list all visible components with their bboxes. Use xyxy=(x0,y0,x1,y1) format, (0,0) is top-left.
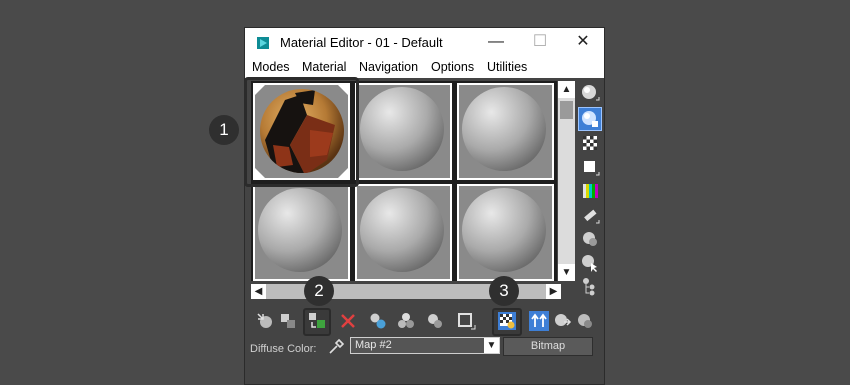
sample-slot-2[interactable] xyxy=(355,83,452,180)
menu-bar: Modes Material Navigation Options Utilit… xyxy=(245,57,604,78)
gray-sphere-preview xyxy=(255,186,348,279)
menu-utilities[interactable]: Utilities xyxy=(487,60,527,74)
material-id-channel-icon[interactable] xyxy=(424,310,446,332)
go-to-parent-icon[interactable] xyxy=(528,310,550,332)
background-icon[interactable] xyxy=(580,133,600,153)
map-name-dropdown[interactable]: Map #2 ▼ xyxy=(350,337,500,354)
annotation-badge-1: 1 xyxy=(209,115,239,145)
annotation-badge-2: 2 xyxy=(304,276,334,306)
scroll-up-arrow-icon[interactable]: ▲ xyxy=(558,81,575,98)
put-to-library-icon[interactable] xyxy=(395,310,417,332)
scroll-right-arrow-icon[interactable]: ▶ xyxy=(546,284,561,299)
material-map-navigator-icon[interactable] xyxy=(580,277,600,297)
make-unique-icon[interactable] xyxy=(367,310,389,332)
gray-sphere-preview xyxy=(459,186,552,279)
select-by-material-icon[interactable] xyxy=(580,253,600,273)
menu-material[interactable]: Material xyxy=(302,60,346,74)
show-end-result-icon[interactable] xyxy=(496,310,518,332)
put-material-icon[interactable] xyxy=(277,310,299,332)
reset-map-icon[interactable] xyxy=(337,310,359,332)
map-row: Diffuse Color: Map #2 ▼ Bitmap xyxy=(245,335,604,359)
video-color-check-icon[interactable] xyxy=(580,181,600,201)
vertical-scroll-thumb[interactable] xyxy=(560,101,573,119)
sample-slot-4[interactable] xyxy=(253,184,350,281)
gray-sphere-preview xyxy=(357,85,450,178)
chevron-down-icon[interactable]: ▼ xyxy=(484,338,499,353)
sample-slot-3[interactable] xyxy=(457,83,554,180)
sample-slot-6[interactable] xyxy=(457,184,554,281)
menu-navigation[interactable]: Navigation xyxy=(359,60,418,74)
make-preview-icon[interactable] xyxy=(580,205,600,225)
assign-material-icon[interactable] xyxy=(306,310,328,332)
close-button[interactable]: ✕ xyxy=(573,32,593,52)
scroll-left-arrow-icon[interactable]: ◀ xyxy=(251,284,266,299)
active-slot-highlight-frame xyxy=(244,77,359,187)
minimize-button[interactable]: — xyxy=(486,32,506,52)
go-forward-sibling-icon[interactable] xyxy=(551,310,573,332)
window-title: Material Editor - 01 - Default xyxy=(280,35,443,50)
menu-modes[interactable]: Modes xyxy=(252,60,290,74)
sample-slot-5[interactable] xyxy=(355,184,452,281)
gray-sphere-preview xyxy=(357,186,450,279)
bottom-toolbar xyxy=(249,308,599,336)
menu-options[interactable]: Options xyxy=(431,60,474,74)
bitmap-type-button[interactable]: Bitmap xyxy=(503,337,593,356)
options-icon[interactable] xyxy=(580,229,600,249)
sample-type-icon[interactable] xyxy=(580,83,600,103)
backlight-icon xyxy=(582,111,598,127)
map-name-value: Map #2 xyxy=(355,339,392,351)
sample-uv-tiling-icon[interactable] xyxy=(580,157,600,177)
title-bar[interactable]: Material Editor - 01 - Default — ☐ ✕ xyxy=(245,28,604,57)
eyedropper-icon[interactable] xyxy=(327,338,345,356)
vertical-scrollbar[interactable]: ▲ ▼ xyxy=(558,81,575,281)
gray-sphere-preview xyxy=(459,85,552,178)
get-material-icon[interactable] xyxy=(255,310,277,332)
side-toolbar xyxy=(578,81,604,296)
diffuse-color-label: Diffuse Color: xyxy=(250,343,317,355)
scroll-down-arrow-icon[interactable]: ▼ xyxy=(558,264,575,281)
maximize-button[interactable]: ☐ xyxy=(530,32,550,52)
material-effects-icon[interactable] xyxy=(574,310,596,332)
annotation-badge-3: 3 xyxy=(489,276,519,306)
3ds-max-app-icon xyxy=(257,37,269,49)
show-shaded-icon[interactable] xyxy=(455,310,477,332)
